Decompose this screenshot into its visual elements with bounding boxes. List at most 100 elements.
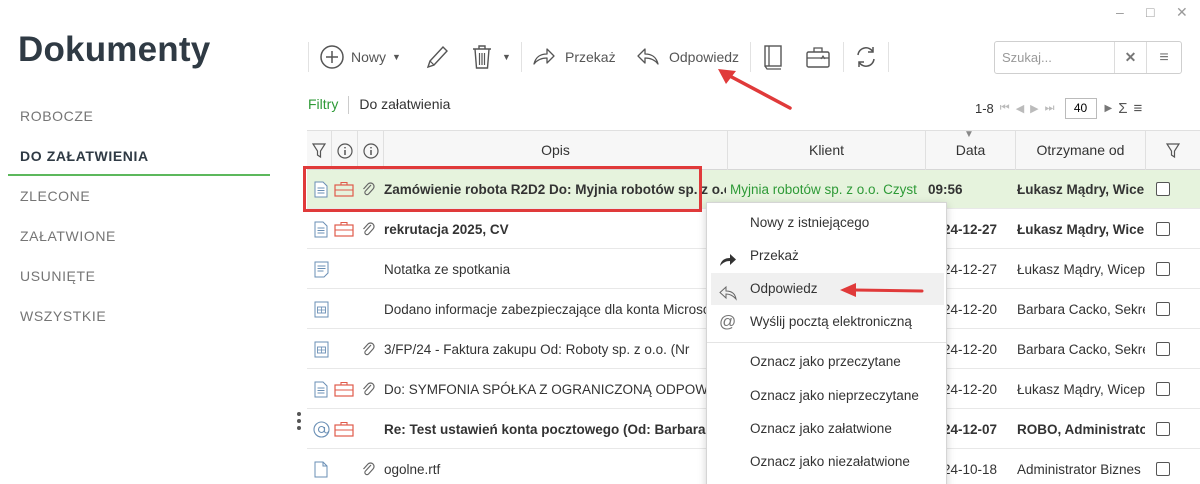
pencil-icon [424, 43, 450, 71]
minimize-button[interactable]: – [1116, 4, 1124, 20]
menu-item-new-from-existing[interactable]: Nowy z istniejącego [707, 207, 946, 239]
menu-item-label: Wyślij pocztą elektroniczną [750, 314, 912, 329]
sidebar-item-zalatwione[interactable]: ZAŁATWIONE [8, 216, 270, 256]
forward-button[interactable]: Przekaż [532, 36, 616, 78]
briefcase-icon [804, 44, 832, 70]
column-header-data[interactable]: ▼ Data [925, 130, 1015, 170]
cell-otrzymane: Łukasz Mądry, Wiceprezes [1017, 262, 1145, 277]
table-header: Opis Klient ▼ Data Otrzymane od [307, 130, 1200, 170]
at-sign-icon: @ [719, 312, 737, 331]
context-menu: Nowy z istniejącego Przekaż Odpowiedz @ … [706, 202, 947, 484]
column-filter-icon[interactable] [1145, 131, 1200, 170]
cell-otrzymane: Barbara Cacko, Sekretarka [1017, 342, 1145, 357]
annotation-highlight-box [303, 166, 702, 212]
cell-otrzymane: Łukasz Mądry, Wiceprezes [1017, 182, 1145, 197]
briefcase-icon [334, 221, 354, 240]
menu-divider [707, 342, 946, 343]
info-icon[interactable] [357, 131, 383, 170]
row-checkbox[interactable] [1156, 342, 1170, 356]
search-input[interactable] [995, 42, 1115, 73]
sum-icon[interactable]: Σ [1118, 100, 1127, 117]
file-icon [314, 461, 328, 481]
documents-table: Opis Klient ▼ Data Otrzymane od Zamówien… [307, 130, 1200, 478]
column-header-data-label: Data [955, 142, 986, 158]
case-button[interactable] [804, 36, 832, 78]
new-button[interactable]: Nowy ▼ [319, 36, 401, 78]
filter-column-icon[interactable] [307, 131, 331, 170]
next-arrow-icon[interactable]: ▶ [1105, 103, 1113, 114]
menu-item-mark-done[interactable]: Oznacz jako załatwione [707, 413, 946, 445]
clear-search-button[interactable]: ✕ [1115, 42, 1147, 73]
sidebar-item-robocze[interactable]: ROBOCZE [8, 96, 270, 136]
cell-opis: Dodano informacje zabezpieczające dla ko… [384, 302, 718, 317]
delete-button[interactable]: ▼ [470, 36, 511, 78]
toolbar: Nowy ▼ ▼ Przekaż Odpowiedz [308, 36, 889, 78]
reply-arrow-icon [636, 46, 660, 68]
maximize-button[interactable]: □ [1146, 4, 1154, 20]
paperclip-icon [361, 341, 375, 360]
menu-item-mark-read[interactable]: Oznacz jako przeczytane [707, 346, 946, 378]
paperclip-icon [361, 381, 375, 400]
filters-link[interactable]: Filtry [308, 96, 338, 112]
page-range: 1-8 [975, 100, 994, 116]
breadcrumb: Do załatwienia [359, 96, 451, 112]
column-menu-icon[interactable]: ≡ [1134, 100, 1143, 117]
row-checkbox[interactable] [1156, 262, 1170, 276]
first-page-icon[interactable]: ⏮ [1000, 102, 1010, 115]
row-checkbox[interactable] [1156, 222, 1170, 236]
trash-icon [470, 43, 494, 71]
row-checkbox[interactable] [1156, 182, 1170, 196]
annotation-arrow-menu [840, 283, 924, 297]
next-page-icon[interactable]: ▶ [1030, 102, 1038, 115]
panel-splitter-handle[interactable] [297, 412, 301, 433]
briefcase-icon [334, 421, 354, 440]
sidebar-item-wszystkie[interactable]: WSZYSTKIE [8, 296, 270, 336]
menu-item-label: Przekaż [750, 248, 799, 263]
document-icon [314, 221, 328, 241]
cell-opis: 3/FP/24 - Faktura zakupu Od: Roboty sp. … [384, 342, 690, 357]
column-header-klient[interactable]: Klient [727, 131, 925, 170]
menu-item-label: Odpowiedz [750, 281, 818, 296]
page-title: Dokumenty [18, 30, 211, 69]
search-options-button[interactable]: ≡ [1147, 42, 1181, 73]
info-icon[interactable] [331, 131, 357, 170]
row-checkbox[interactable] [1156, 422, 1170, 436]
paperclip-icon [361, 221, 375, 240]
sidebar-item-zlecone[interactable]: ZLECONE [8, 176, 270, 216]
cell-otrzymane: Łukasz Mądry, Wiceprezes [1017, 222, 1145, 237]
cell-opis: Do: SYMFONIA SPÓŁKA Z OGRANICZONĄ ODPOWI… [384, 382, 726, 397]
menu-item-mark-unread[interactable]: Oznacz jako nieprzeczytane [707, 380, 946, 412]
menu-item-send-email[interactable]: @ Wyślij pocztą elektroniczną [707, 306, 946, 338]
chevron-down-icon: ▼ [392, 52, 401, 62]
pager: 1-8 ⏮ ◀ ▶ ⏭ ▶ Σ ≡ [975, 96, 1142, 120]
column-header-otrzymane[interactable]: Otrzymane od [1015, 131, 1145, 170]
page-size-input[interactable] [1064, 97, 1097, 119]
sidebar-nav: ROBOCZE DO ZAŁATWIENIA ZLECONE ZAŁATWION… [8, 96, 270, 336]
document-icon [314, 381, 328, 401]
row-checkbox[interactable] [1156, 382, 1170, 396]
filter-bar: Filtry Do załatwienia [308, 96, 450, 118]
refresh-button[interactable] [854, 36, 878, 78]
annotation-arrow-toolbar [718, 69, 792, 110]
cell-otrzymane: Barbara Cacko, Sekretarka [1017, 302, 1145, 317]
column-header-opis[interactable]: Opis [383, 131, 727, 170]
sidebar-item-do-zalatwienia[interactable]: DO ZAŁATWIENIA [8, 136, 270, 176]
last-page-icon[interactable]: ⏭ [1045, 102, 1055, 115]
cell-otrzymane: Administrator Biznes [1017, 462, 1141, 477]
row-checkbox[interactable] [1156, 302, 1170, 316]
menu-item-forward[interactable]: Przekaż [707, 240, 946, 272]
row-checkbox[interactable] [1156, 462, 1170, 476]
email-icon [313, 421, 330, 441]
reply-button-label: Odpowiedz [669, 49, 740, 65]
close-button[interactable]: ✕ [1176, 4, 1188, 21]
cell-otrzymane: ROBO, Administrator [1017, 422, 1145, 437]
prev-page-icon[interactable]: ◀ [1016, 102, 1024, 115]
edit-button[interactable] [424, 36, 450, 78]
menu-item-mark-not-done[interactable]: Oznacz jako niezałatwione [707, 446, 946, 478]
sidebar-item-usuniete[interactable]: USUNIĘTE [8, 256, 270, 296]
forward-button-label: Przekaż [565, 49, 616, 65]
refresh-icon [854, 45, 878, 69]
forward-arrow-icon [532, 46, 556, 68]
search-box: ✕ ≡ [994, 41, 1182, 74]
plus-circle-icon [319, 44, 345, 70]
